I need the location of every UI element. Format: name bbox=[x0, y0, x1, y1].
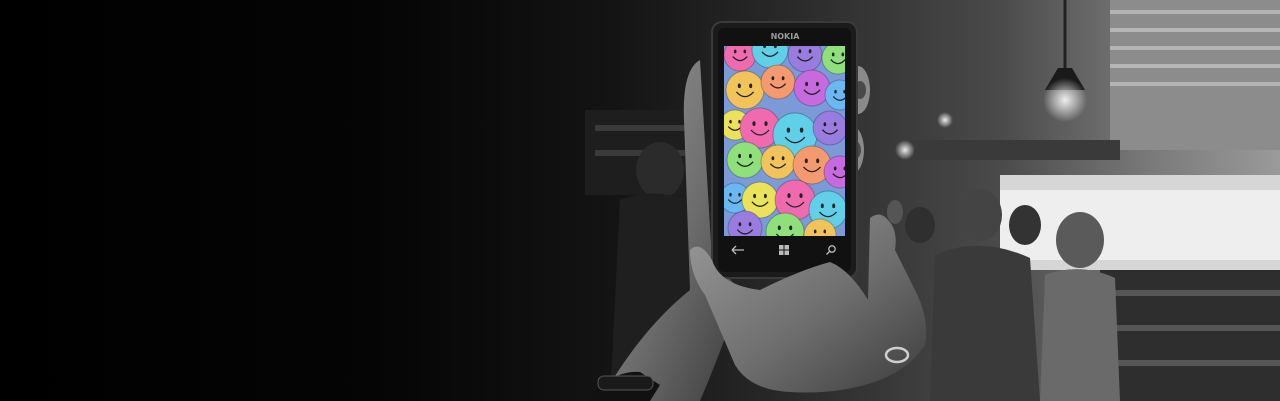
smiley-eye bbox=[738, 222, 742, 227]
smiley-eye bbox=[833, 166, 837, 171]
smiley-eye bbox=[820, 203, 824, 209]
phone-brand-label: NOKIA bbox=[771, 32, 801, 41]
smiley-eye bbox=[816, 158, 820, 164]
smiley-eye bbox=[832, 203, 836, 209]
smiley-eye bbox=[749, 83, 753, 89]
smiley-eye bbox=[738, 153, 742, 159]
smiley-eye bbox=[763, 193, 767, 199]
scene-art: NOKIA bbox=[585, 0, 1280, 401]
smiley-eye bbox=[833, 122, 837, 127]
smiley-eye bbox=[771, 76, 775, 81]
smiley-eye bbox=[764, 121, 768, 126]
smiley-face bbox=[793, 69, 831, 107]
smiley-eye bbox=[753, 193, 757, 199]
smiley-eye bbox=[834, 89, 837, 94]
smiley-eye bbox=[729, 119, 732, 124]
smiley-eye bbox=[841, 52, 845, 57]
smiley-face bbox=[812, 110, 845, 146]
ceiling-lamp bbox=[895, 0, 1087, 160]
smiley-eye bbox=[752, 121, 756, 126]
smiley-eye bbox=[799, 193, 803, 199]
smiley-eye bbox=[798, 49, 802, 54]
smiley-eye bbox=[777, 225, 781, 231]
smiley-eye bbox=[804, 158, 808, 164]
smiley-eye bbox=[733, 49, 737, 54]
smiley-eye bbox=[815, 81, 819, 87]
smiley-eye bbox=[786, 127, 791, 133]
smiley-eye bbox=[805, 81, 809, 87]
smiley-eye bbox=[748, 153, 752, 159]
smiley-eye bbox=[729, 192, 732, 197]
photo-scene: NOKIA bbox=[0, 0, 1280, 401]
smiley-eye bbox=[737, 83, 741, 89]
smartphone: NOKIA bbox=[711, 21, 858, 279]
smiley-eye bbox=[743, 49, 747, 54]
smiley-eye bbox=[789, 225, 793, 231]
smiley-eye bbox=[781, 76, 785, 81]
smiley-face bbox=[726, 141, 764, 179]
smiley-eye bbox=[771, 156, 775, 161]
smiley-eye bbox=[799, 127, 804, 133]
smiley-eye bbox=[808, 49, 812, 54]
smiley-eye bbox=[823, 122, 827, 127]
smiley-eye bbox=[813, 229, 817, 234]
smiley-eye bbox=[738, 192, 741, 197]
smiley-eye bbox=[781, 156, 785, 161]
smiley-face bbox=[725, 70, 765, 110]
smiley-face bbox=[760, 144, 796, 180]
smiley-eye bbox=[748, 222, 752, 227]
smiley-eye bbox=[831, 52, 835, 57]
smiley-eye bbox=[823, 229, 827, 234]
smiley-eye bbox=[787, 193, 791, 199]
smiley-face bbox=[760, 64, 796, 100]
